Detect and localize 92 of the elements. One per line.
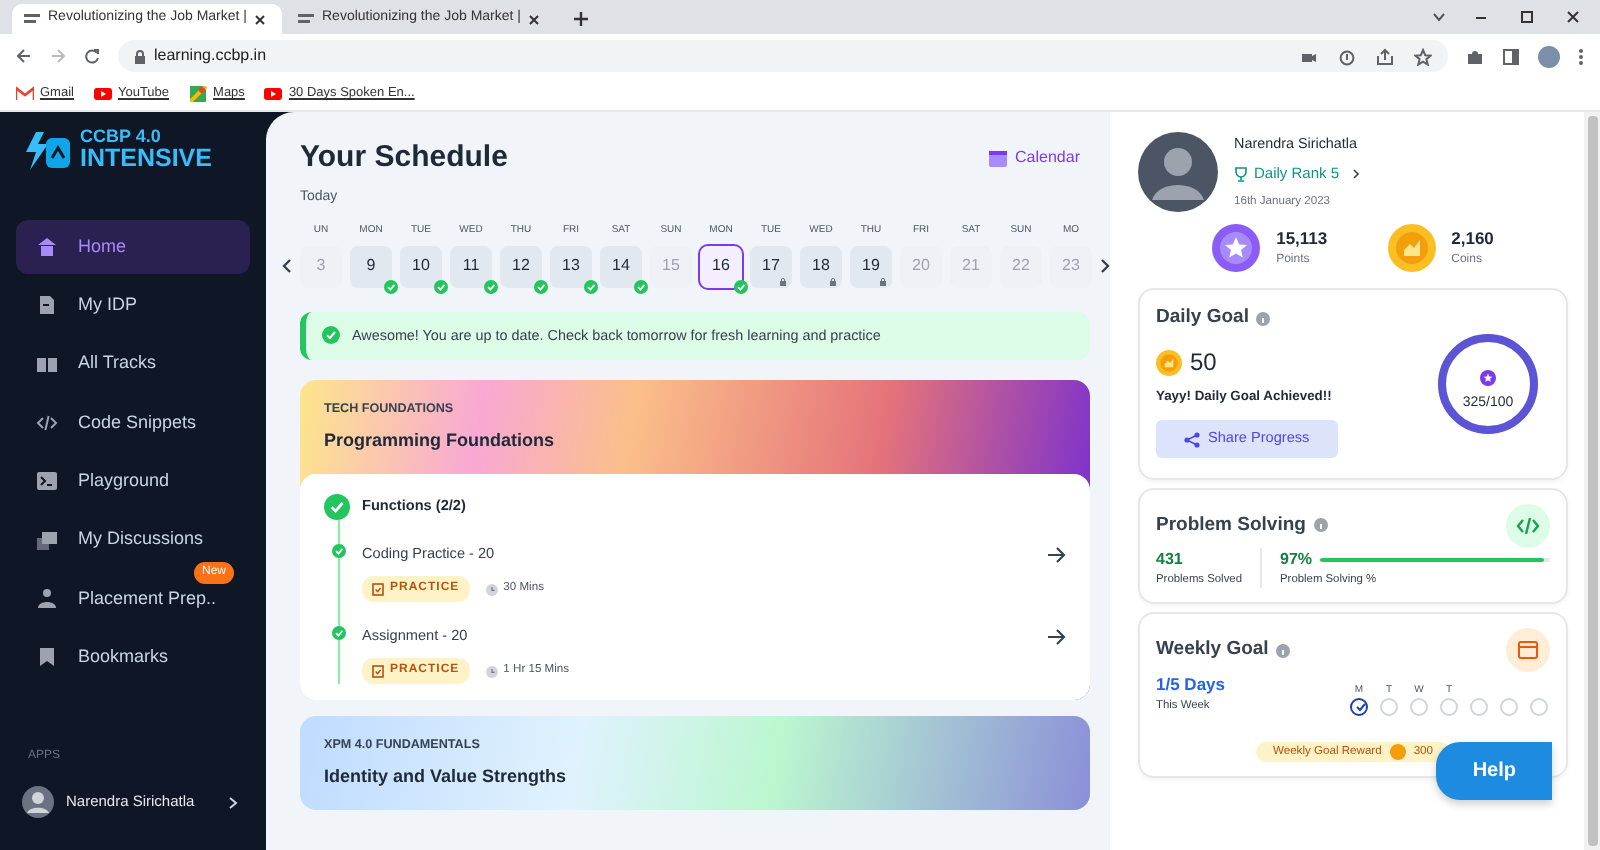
- check-icon: [584, 279, 598, 293]
- calendar-icon: [1506, 628, 1550, 673]
- sidebar-item[interactable]: My IDP: [16, 278, 250, 333]
- video-icon: [264, 86, 283, 102]
- terminal-icon: [36, 470, 58, 493]
- person-icon: [36, 587, 58, 610]
- avatar: [22, 786, 54, 818]
- clipboard-icon: [372, 664, 384, 679]
- check-icon: [534, 279, 548, 293]
- chat-icon: [36, 529, 58, 552]
- lock-icon: [880, 277, 886, 285]
- close-icon[interactable]: [1566, 10, 1580, 24]
- home-icon: [36, 236, 58, 259]
- check-icon: [434, 279, 448, 293]
- date-button[interactable]: 18: [800, 245, 842, 287]
- logo-text: INTENSIVE: [80, 146, 212, 173]
- mail-icon: [16, 86, 34, 102]
- avatar: [1138, 132, 1218, 212]
- sidebar-item[interactable]: All Tracks: [16, 337, 250, 392]
- info-icon: [1276, 643, 1291, 658]
- map-icon: [189, 86, 208, 102]
- calendar-link[interactable]: Calendar: [987, 146, 1080, 171]
- check-icon: [634, 279, 648, 293]
- coin-count: 50: [1190, 346, 1217, 381]
- star-icon: [1480, 369, 1496, 386]
- star-icon[interactable]: [1414, 47, 1432, 65]
- chevron-right-icon[interactable]: [1100, 257, 1110, 273]
- solved-count: 431: [1156, 547, 1185, 572]
- card-title: Weekly Goal: [1156, 636, 1269, 665]
- sidebar-item[interactable]: Playground: [16, 454, 250, 509]
- close-icon[interactable]: [528, 13, 541, 25]
- percent-value: 97%: [1280, 547, 1313, 572]
- minimize-icon[interactable]: [1474, 12, 1488, 22]
- book-icon: [36, 353, 58, 376]
- reload-icon[interactable]: [84, 48, 100, 64]
- schedule-title: Your Schedule: [300, 138, 508, 178]
- logo-text: CCBP 4.0: [80, 128, 163, 146]
- days-count: 1/5 Days: [1156, 672, 1227, 699]
- page-icon: [24, 12, 40, 26]
- info-icon: [1256, 311, 1271, 326]
- coin-icon: [1156, 349, 1182, 376]
- code-icon: [1506, 503, 1550, 548]
- document-icon: [36, 294, 58, 317]
- info-icon: [1313, 518, 1328, 533]
- new-tab-icon[interactable]: [572, 10, 590, 28]
- logo-icon: [24, 128, 72, 173]
- sidebar-item[interactable]: Code Snippets: [16, 396, 250, 451]
- course-title: Identity and Value Strengths: [322, 763, 569, 790]
- video-icon: [93, 86, 112, 102]
- share-icon: [1184, 431, 1200, 448]
- stat-value: 2,160: [1451, 226, 1494, 252]
- avatar-icon[interactable]: [1538, 45, 1560, 67]
- date-button[interactable]: 19: [850, 245, 892, 287]
- scrollbar-thumb[interactable]: [1587, 116, 1597, 846]
- sidebar-item[interactable]: Home: [16, 220, 250, 275]
- chevron-right-icon: [1351, 168, 1360, 181]
- more-icon[interactable]: [1578, 47, 1584, 65]
- lock-icon: [780, 277, 786, 285]
- address-bar[interactable]: learning.ccbp.in: [118, 40, 1448, 72]
- clock-icon: [485, 583, 498, 596]
- lock-icon: [134, 49, 146, 63]
- check-circle-icon: [322, 326, 340, 345]
- arrow-right-icon[interactable]: [1046, 546, 1066, 565]
- share-icon[interactable]: [1376, 47, 1394, 65]
- trophy-icon: [1234, 166, 1248, 183]
- clock-icon: [485, 665, 498, 678]
- side-panel-icon[interactable]: [1502, 47, 1520, 65]
- lock-icon: [830, 277, 836, 285]
- stat-value: 15,113: [1276, 226, 1328, 252]
- course-title: Programming Foundations: [322, 427, 557, 454]
- calendar-icon: [987, 148, 1008, 169]
- clipboard-icon: [372, 582, 384, 597]
- card-title: Daily Goal: [1156, 304, 1249, 332]
- page-icon: [298, 12, 314, 26]
- help-button[interactable]: Help: [1436, 742, 1552, 800]
- maximize-icon[interactable]: [1520, 10, 1534, 24]
- back-icon[interactable]: [16, 48, 32, 64]
- sidebar-item[interactable]: Bookmarks: [16, 630, 250, 685]
- check-icon: [484, 279, 498, 293]
- coin-icon: [1387, 224, 1436, 272]
- card-title: Problem Solving: [1156, 511, 1306, 540]
- code-icon: [36, 412, 58, 435]
- close-icon[interactable]: [254, 13, 267, 25]
- chevron-down-icon[interactable]: [1432, 12, 1446, 22]
- date-button[interactable]: 17: [750, 245, 792, 287]
- check-icon: [734, 279, 748, 293]
- arrow-right-icon[interactable]: [1046, 628, 1066, 647]
- check-icon: [384, 279, 398, 293]
- star-badge-icon: [1212, 224, 1261, 272]
- bookmark-icon: [36, 646, 58, 669]
- chevron-left-icon[interactable]: [282, 257, 292, 273]
- coin-icon: [1389, 743, 1406, 760]
